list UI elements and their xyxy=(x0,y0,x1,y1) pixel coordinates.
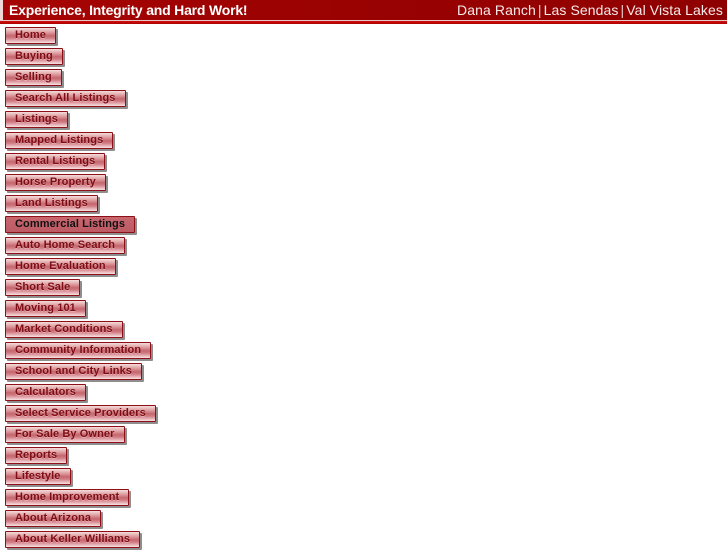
nav-row: Home xyxy=(0,27,300,48)
header-link-val-vista-lakes[interactable]: Val Vista Lakes xyxy=(626,2,723,18)
nav-row: Search All Listings xyxy=(0,90,300,111)
nav-item-about-arizona[interactable]: About Arizona xyxy=(5,510,102,527)
nav-item-mapped-listings[interactable]: Mapped Listings xyxy=(5,132,114,149)
nav-item-commercial-listings[interactable]: Commercial Listings xyxy=(5,216,136,233)
nav-item-lifestyle[interactable]: Lifestyle xyxy=(5,468,71,485)
nav-item-label: Lifestyle xyxy=(15,470,61,482)
nav-item-label: Commercial Listings xyxy=(15,218,126,230)
nav-row: Home Improvement xyxy=(0,489,300,510)
nav-item-land-listings[interactable]: Land Listings xyxy=(5,195,98,212)
nav-item-label: Mapped Listings xyxy=(15,134,104,146)
nav-item-label: Reports xyxy=(15,449,58,461)
nav-row: Horse Property xyxy=(0,174,300,195)
header-link-las-sendas[interactable]: Las Sendas xyxy=(544,2,619,18)
nav-item-market-conditions[interactable]: Market Conditions xyxy=(5,321,123,338)
nav-row: About Keller Williams xyxy=(0,531,300,552)
nav-item-auto-home-search[interactable]: Auto Home Search xyxy=(5,237,126,254)
header-link-separator-1: | xyxy=(537,2,542,18)
nav-row: Rental Listings xyxy=(0,153,300,174)
nav-row: About Arizona xyxy=(0,510,300,531)
nav-row: Auto Home Search xyxy=(0,237,300,258)
nav-row: Select Service Providers xyxy=(0,405,300,426)
nav-item-label: Calculators xyxy=(15,386,77,398)
nav-item-buying[interactable]: Buying xyxy=(5,48,63,65)
nav-row: Buying xyxy=(0,48,300,69)
nav-item-label: Short Sale xyxy=(15,281,71,293)
nav-row: Market Conditions xyxy=(0,321,300,342)
site-header: Experience, Integrity and Hard Work! Dan… xyxy=(0,0,727,20)
header-divider-bottom xyxy=(0,24,727,25)
nav-item-selling[interactable]: Selling xyxy=(5,69,62,86)
nav-item-rental-listings[interactable]: Rental Listings xyxy=(5,153,106,170)
nav-item-label: Home xyxy=(15,29,46,41)
nav-row: Listings xyxy=(0,111,300,132)
nav-item-search-all-listings[interactable]: Search All Listings xyxy=(5,90,126,107)
nav-item-label: Home Improvement xyxy=(15,491,120,503)
nav-item-school-and-city-links[interactable]: School and City Links xyxy=(5,363,143,380)
nav-item-about-keller-williams[interactable]: About Keller Williams xyxy=(5,531,141,548)
nav-item-label: Land Listings xyxy=(15,197,88,209)
nav-row: Selling xyxy=(0,69,300,90)
nav-item-label: Auto Home Search xyxy=(15,239,116,251)
nav-item-label: Home Evaluation xyxy=(15,260,106,272)
nav-item-home-evaluation[interactable]: Home Evaluation xyxy=(5,258,116,275)
nav-item-label: Search All Listings xyxy=(15,92,116,104)
nav-item-community-information[interactable]: Community Information xyxy=(5,342,152,359)
nav-item-calculators[interactable]: Calculators xyxy=(5,384,87,401)
nav-item-label: Listings xyxy=(15,113,58,125)
nav-row: Calculators xyxy=(0,384,300,405)
nav-item-reports[interactable]: Reports xyxy=(5,447,68,464)
nav-item-home-improvement[interactable]: Home Improvement xyxy=(5,489,130,506)
nav-item-label: Selling xyxy=(15,71,52,83)
nav-item-select-service-providers[interactable]: Select Service Providers xyxy=(5,405,156,422)
nav-row: Land Listings xyxy=(0,195,300,216)
nav-item-label: For Sale By Owner xyxy=(15,428,115,440)
nav-item-label: School and City Links xyxy=(15,365,133,377)
nav-item-listings[interactable]: Listings xyxy=(5,111,68,128)
nav-row: Commercial Listings xyxy=(0,216,300,237)
nav-item-for-sale-by-owner[interactable]: For Sale By Owner xyxy=(5,426,125,443)
nav-item-label: Horse Property xyxy=(15,176,96,188)
nav-row: Mapped Listings xyxy=(0,132,300,153)
header-community-links: Dana Ranch | Las Sendas | Val Vista Lakes xyxy=(457,1,723,19)
nav-item-label: Buying xyxy=(15,50,53,62)
nav-item-label: About Arizona xyxy=(15,512,92,524)
nav-row: Home Evaluation xyxy=(0,258,300,279)
nav-row: Moving 101 xyxy=(0,300,300,321)
nav-item-label: Community Information xyxy=(15,344,142,356)
nav-item-label: Select Service Providers xyxy=(15,407,146,419)
primary-navigation: Home Buying Selling Search All Listings List… xyxy=(0,27,300,552)
nav-item-moving-101[interactable]: Moving 101 xyxy=(5,300,86,317)
nav-row: Short Sale xyxy=(0,279,300,300)
header-tagline: Experience, Integrity and Hard Work! xyxy=(9,2,248,18)
nav-item-label: Moving 101 xyxy=(15,302,76,314)
nav-row: Lifestyle xyxy=(0,468,300,489)
nav-item-short-sale[interactable]: Short Sale xyxy=(5,279,81,296)
nav-item-horse-property[interactable]: Horse Property xyxy=(5,174,106,191)
nav-item-home[interactable]: Home xyxy=(5,27,56,44)
nav-row: Community Information xyxy=(0,342,300,363)
nav-row: For Sale By Owner xyxy=(0,426,300,447)
nav-row: Reports xyxy=(0,447,300,468)
nav-item-label: Rental Listings xyxy=(15,155,96,167)
header-link-dana-ranch[interactable]: Dana Ranch xyxy=(457,2,536,18)
nav-item-label: Market Conditions xyxy=(15,323,113,335)
nav-row: School and City Links xyxy=(0,363,300,384)
